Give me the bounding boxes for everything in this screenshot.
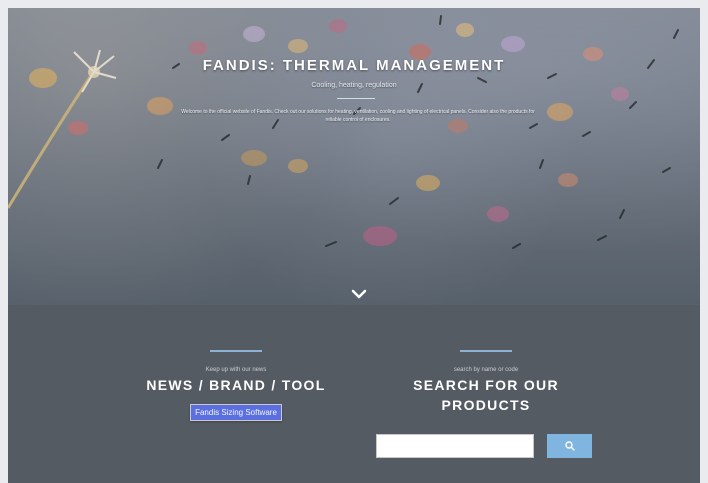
news-title: NEWS / BRAND / TOOL	[146, 377, 326, 393]
sizing-software-link[interactable]: Fandis Sizing Software	[190, 404, 282, 421]
product-search-section: search by name or code SEARCH FOR OUR PR…	[376, 350, 596, 415]
hero-background-image	[8, 15, 679, 249]
search-kicker: search by name or code	[453, 367, 519, 373]
news-section: Keep up with our news NEWS / BRAND / TOO…	[126, 350, 346, 421]
news-kicker: Keep up with our news	[205, 367, 267, 373]
search-divider	[460, 350, 512, 352]
search-input[interactable]	[376, 434, 534, 458]
chevron-down-icon[interactable]	[349, 287, 369, 301]
hero-subtitle: Cooling, heating, regulation	[311, 82, 397, 89]
search-form	[376, 434, 592, 458]
hero-intro-text: Welcome to the official website of Fandi…	[181, 109, 535, 123]
hero-banner: FANDIS: THERMAL MANAGEMENT Cooling, heat…	[8, 8, 700, 305]
page-frame: FANDIS: THERMAL MANAGEMENT Cooling, heat…	[8, 8, 700, 483]
news-divider	[210, 350, 262, 352]
search-button[interactable]	[547, 434, 592, 458]
search-title: SEARCH FOR OUR PRODUCTS	[413, 377, 559, 413]
search-icon	[564, 441, 575, 451]
hero-divider	[337, 98, 375, 99]
page-title: FANDIS: THERMAL MANAGEMENT	[202, 57, 506, 74]
